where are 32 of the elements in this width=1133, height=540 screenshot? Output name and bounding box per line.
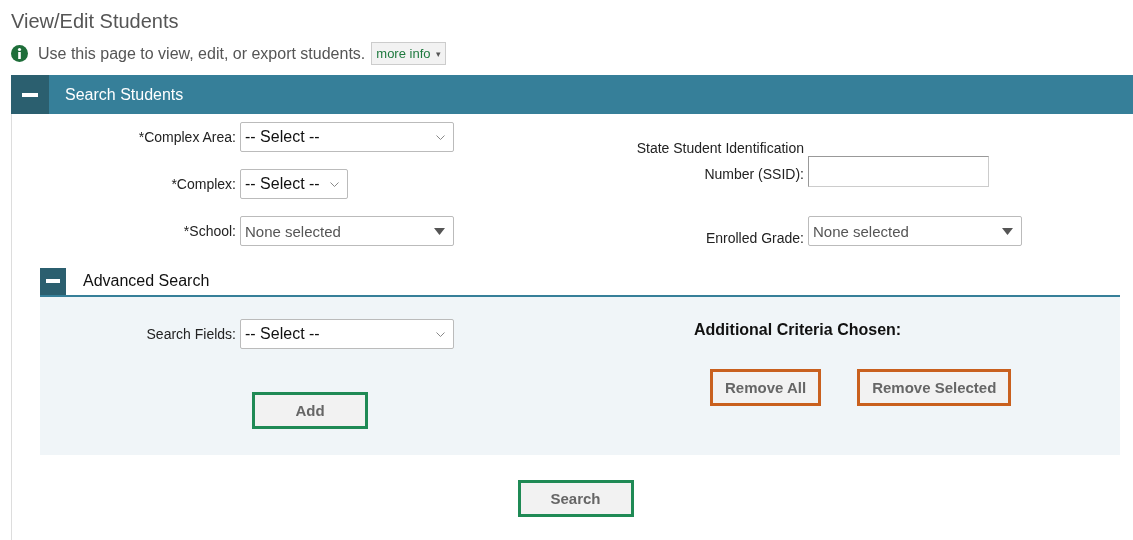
- field-label: *School:: [183, 223, 236, 239]
- collapse-button[interactable]: [11, 75, 49, 114]
- dropdown[interactable]: -- Select --: [240, 319, 454, 349]
- chevron-down-icon: [330, 181, 339, 187]
- field-label: *Complex:: [171, 176, 236, 192]
- remove-button[interactable]: Remove All: [710, 369, 822, 406]
- add-button[interactable]: Add: [252, 392, 368, 429]
- dropdown-triangle-icon: [1002, 227, 1013, 235]
- dropdown-triangle-icon: [434, 227, 445, 235]
- minus-icon: [46, 279, 60, 283]
- page-title: View/Edit Students: [11, 10, 179, 33]
- field-label: Search Fields:: [146, 326, 236, 342]
- collapse-button[interactable]: [40, 267, 66, 295]
- field-label: *Complex Area:: [138, 129, 236, 145]
- remove-button[interactable]: Remove Selected: [857, 369, 1012, 406]
- dropdown[interactable]: -- Select --: [240, 122, 454, 152]
- field-label: State Student Identification Number (SSID):: [635, 139, 804, 184]
- chevron-down-icon: [436, 134, 445, 140]
- intro-text: Use this page to view, edit, or export students.: [38, 44, 366, 63]
- field-label: Enrolled Grade:: [705, 230, 804, 246]
- dropdown[interactable]: None selected: [240, 216, 454, 246]
- search-button[interactable]: Search: [517, 480, 634, 517]
- input-field[interactable]: [808, 156, 989, 187]
- info-icon: [11, 45, 28, 62]
- criteria-heading: Additional Criteria Chosen:: [694, 321, 903, 339]
- chevron-down-icon: [436, 331, 445, 337]
- dropdown[interactable]: None selected: [808, 216, 1022, 246]
- subsection-title: Advanced Search: [83, 272, 210, 290]
- section-title: Search Students: [65, 85, 184, 104]
- more-info-button[interactable]: more info ▾: [371, 42, 446, 65]
- minus-icon: [22, 92, 38, 97]
- dropdown[interactable]: -- Select --: [240, 169, 348, 199]
